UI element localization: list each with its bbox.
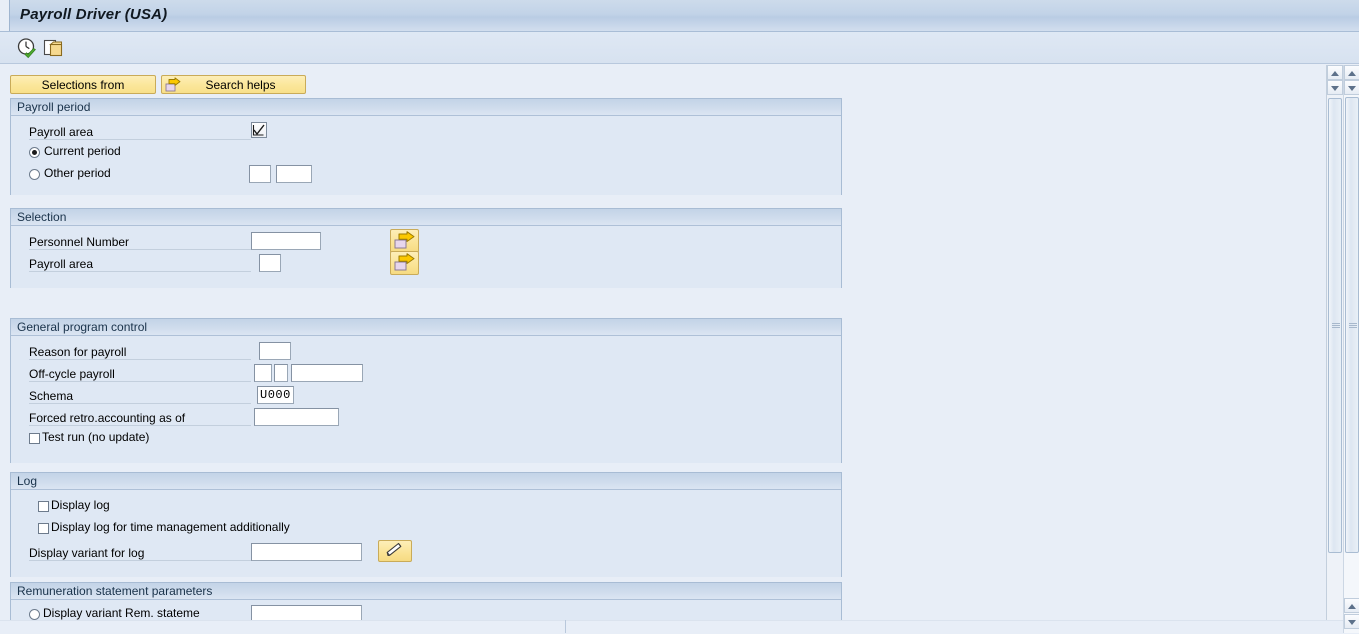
display-log-time-management-checkbox[interactable] <box>38 523 49 534</box>
group-payroll-period-header: Payroll period <box>11 99 841 116</box>
outer-scroll-down-button[interactable] <box>1344 80 1359 95</box>
scrollbar-grip-icon <box>1332 322 1340 330</box>
test-run-checkbox[interactable] <box>29 433 40 444</box>
multiple-selection-icon[interactable] <box>42 37 64 59</box>
display-log-checkbox[interactable] <box>38 501 49 512</box>
outer-scrollbar-thumb[interactable] <box>1345 97 1359 553</box>
display-log-label: Display log <box>51 498 110 512</box>
display-variant-rem-statement-input[interactable] <box>251 605 362 620</box>
test-run-label: Test run (no update) <box>42 430 150 444</box>
personnel-number-label: Personnel Number <box>29 235 251 250</box>
group-remuneration-header: Remuneration statement parameters <box>11 583 841 600</box>
group-general-program-control: General program control Reason for payro… <box>10 318 842 463</box>
group-payroll-period-body: Payroll area Current period Other period <box>11 116 841 195</box>
selection-payroll-area-input[interactable] <box>259 254 281 272</box>
group-general-program-control-header: General program control <box>11 319 841 336</box>
search-helps-arrow-icon <box>165 77 182 100</box>
group-selection: Selection Personnel Number Payroll area <box>10 208 842 288</box>
other-period-label: Other period <box>44 166 111 180</box>
group-selection-header: Selection <box>11 209 841 226</box>
group-log-header: Log <box>11 473 841 490</box>
current-period-radio[interactable] <box>29 147 40 158</box>
current-period-label: Current period <box>44 144 121 158</box>
off-cycle-input-3[interactable] <box>291 364 363 382</box>
selections-from-button[interactable]: Selections from <box>10 75 156 94</box>
personnel-number-multiple-selection-button[interactable] <box>390 229 419 253</box>
search-helps-label: Search helps <box>205 78 276 92</box>
outer-scroll-up-button-bottom[interactable] <box>1344 598 1359 613</box>
outer-scroll-up-button[interactable] <box>1344 65 1359 80</box>
off-cycle-payroll-label: Off-cycle payroll <box>29 367 251 382</box>
other-period-field-1[interactable] <box>249 165 271 183</box>
group-log-body: Display log Display log for time managem… <box>11 490 841 577</box>
group-general-program-control-body: Reason for payroll Off-cycle payroll Sch… <box>11 336 841 463</box>
forced-retro-accounting-input[interactable] <box>254 408 339 426</box>
outer-scroll-down-button-bottom[interactable] <box>1344 614 1359 629</box>
payroll-area-multiple-selection-button[interactable] <box>390 251 419 275</box>
reason-for-payroll-label: Reason for payroll <box>29 345 251 360</box>
personnel-number-input[interactable] <box>251 232 321 250</box>
sap-selection-screen-window: Payroll Driver (USA) © www.tutorialkart.… <box>0 0 1359 634</box>
other-period-field-2[interactable] <box>276 165 312 183</box>
selection-payroll-area-label: Payroll area <box>29 257 251 272</box>
title-bar-left-edge <box>0 0 10 31</box>
display-variant-rem-statement-label: Display variant Rem. stateme <box>43 606 200 620</box>
schema-input[interactable] <box>257 386 294 404</box>
off-cycle-input-2[interactable] <box>274 364 288 382</box>
execute-icon[interactable] <box>16 37 38 59</box>
payroll-area-check-button[interactable] <box>251 122 267 138</box>
search-helps-button[interactable]: Search helps <box>161 75 306 94</box>
forced-retro-accounting-label: Forced retro.accounting as of <box>29 411 251 426</box>
selection-toolbar: Selections from Search helps <box>10 75 306 94</box>
reason-for-payroll-input[interactable] <box>259 342 291 360</box>
display-variant-for-log-input[interactable] <box>251 543 362 561</box>
application-toolbar: © www.tutorialkart.com <box>0 32 1359 94</box>
display-variant-edit-button[interactable] <box>378 540 412 562</box>
display-variant-for-log-label: Display variant for log <box>29 546 251 561</box>
inner-scrollbar-thumb[interactable] <box>1328 98 1342 553</box>
outer-vertical-scrollbar[interactable] <box>1343 65 1359 633</box>
other-period-radio[interactable] <box>29 169 40 180</box>
group-selection-body: Personnel Number Payroll area <box>11 226 841 288</box>
page-title: Payroll Driver (USA) <box>20 6 168 23</box>
display-log-time-management-label: Display log for time management addition… <box>51 520 290 534</box>
group-payroll-period: Payroll period Payroll area Current peri… <box>10 98 842 195</box>
window-bottom-edge <box>0 620 1343 634</box>
group-log: Log Display log Display log for time man… <box>10 472 842 577</box>
window-title-bar: Payroll Driver (USA) <box>0 0 1359 32</box>
display-variant-rem-statement-radio[interactable] <box>29 609 40 620</box>
window-bottom-divider <box>565 620 566 633</box>
selection-screen-body: Selections from Search helps Payroll per… <box>0 65 1326 620</box>
outer-scrollbar-grip-icon <box>1349 322 1357 330</box>
inner-scroll-down-button[interactable] <box>1327 80 1343 95</box>
group-remuneration-body: Display variant Rem. stateme <box>11 600 841 620</box>
off-cycle-input-1[interactable] <box>254 364 272 382</box>
group-remuneration-statement-parameters: Remuneration statement parameters Displa… <box>10 582 842 620</box>
schema-label: Schema <box>29 389 251 404</box>
inner-vertical-scrollbar[interactable] <box>1326 65 1343 620</box>
payroll-area-label: Payroll area <box>29 125 251 140</box>
inner-scroll-up-button[interactable] <box>1327 65 1343 80</box>
